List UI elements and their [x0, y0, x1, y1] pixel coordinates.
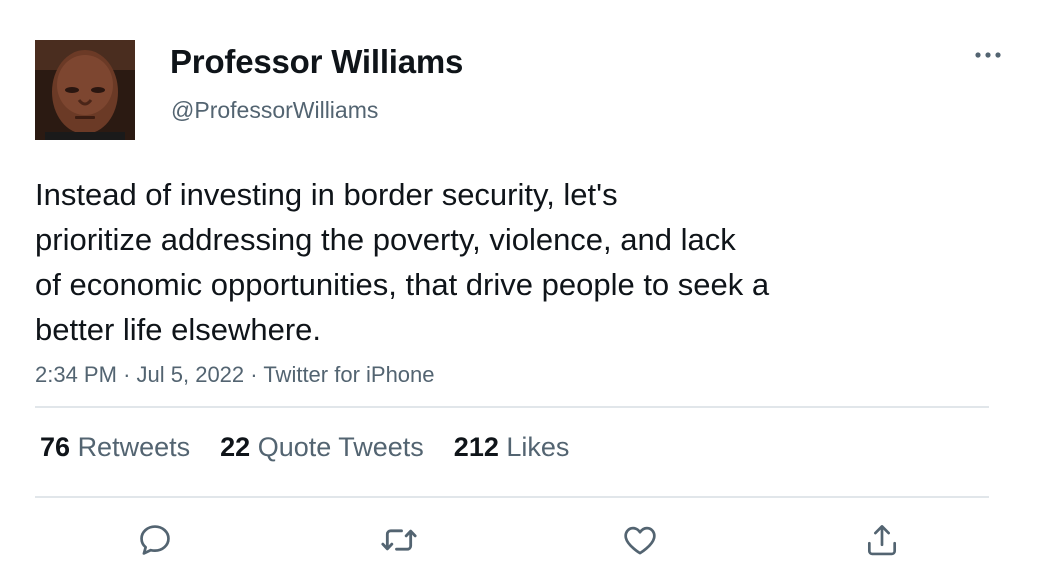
tweet-source[interactable]: Twitter for iPhone	[263, 362, 434, 387]
retweet-icon	[381, 529, 417, 551]
more-options-button[interactable]	[968, 40, 1008, 70]
likes-stat[interactable]: 212 Likes	[454, 432, 570, 463]
meta-separator: ·	[250, 362, 258, 387]
quote-tweets-label: Quote Tweets	[257, 432, 424, 462]
reply-button[interactable]	[133, 518, 177, 562]
share-icon	[867, 525, 897, 556]
reply-icon	[140, 525, 170, 555]
divider	[35, 406, 989, 408]
divider	[35, 496, 989, 498]
tweet-text: Instead of investing in border security,…	[35, 172, 935, 352]
avatar[interactable]	[35, 40, 135, 140]
tweet-time[interactable]: 2:34 PM	[35, 362, 117, 387]
retweets-count: 76	[40, 432, 71, 462]
retweets-label: Retweets	[77, 432, 191, 462]
likes-count: 212	[453, 432, 499, 462]
tweet-stats: 76 Retweets 22 Quote Tweets 212 Likes	[40, 432, 569, 463]
likes-label: Likes	[506, 432, 570, 462]
heart-icon	[624, 526, 656, 555]
quote-tweets-stat[interactable]: 22 Quote Tweets	[220, 432, 424, 463]
tweet-text-line: better life elsewhere.	[35, 312, 322, 347]
tweet-text-line: prioritize addressing the poverty, viole…	[35, 222, 736, 257]
retweet-button[interactable]	[377, 518, 421, 562]
meta-separator: ·	[123, 362, 131, 387]
author-display-name[interactable]: Professor Williams	[170, 43, 463, 81]
like-button[interactable]	[618, 518, 662, 562]
tweet-date[interactable]: Jul 5, 2022	[137, 362, 245, 387]
more-icon	[975, 52, 1001, 58]
avatar-image	[35, 40, 135, 140]
tweet-text-line: Instead of investing in border security,…	[35, 177, 618, 212]
retweets-stat[interactable]: 76 Retweets	[40, 432, 190, 463]
quote-tweets-count: 22	[220, 432, 251, 462]
tweet-text-line: of economic opportunities, that drive pe…	[35, 267, 770, 302]
tweet-action-bar	[0, 518, 1050, 562]
author-handle[interactable]: @ProfessorWilliams	[171, 97, 378, 124]
tweet-meta: 2:34 PM · Jul 5, 2022 · Twitter for iPho…	[35, 362, 435, 388]
share-button[interactable]	[860, 518, 904, 562]
